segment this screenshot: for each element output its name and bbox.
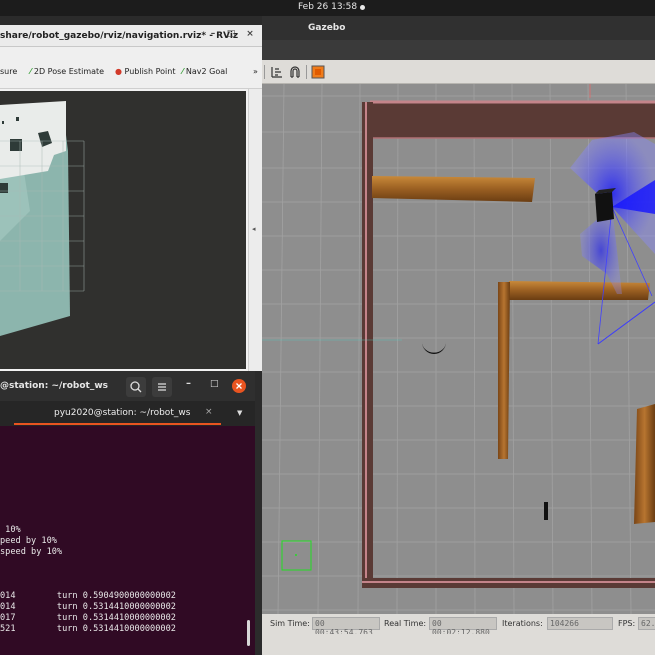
rviz-map-render bbox=[0, 91, 246, 369]
search-icon[interactable] bbox=[126, 377, 146, 397]
toolbar-separator bbox=[306, 65, 309, 79]
minimize-icon[interactable]: – bbox=[186, 378, 191, 389]
active-tab-indicator bbox=[14, 423, 221, 425]
iterations-label: Iterations: bbox=[502, 619, 543, 628]
overflow-chevron-icon[interactable]: » bbox=[253, 67, 258, 76]
measure-tool[interactable]: sure bbox=[0, 67, 17, 76]
rviz-map-canvas[interactable] bbox=[0, 91, 246, 369]
real-time-label: Real Time: bbox=[384, 619, 427, 628]
gazebo-menu-bar bbox=[262, 40, 655, 60]
terminal-line: 017 turn 0.5314410000000002 bbox=[0, 613, 176, 623]
terminal-tab-bar: pyu2020@station: ~/robot_ws × ▼ bbox=[0, 401, 255, 426]
fps-value: 62.4 bbox=[638, 617, 655, 630]
tab-dropdown-icon[interactable]: ▼ bbox=[237, 409, 242, 417]
gazebo-toolbar bbox=[262, 60, 655, 84]
real-time-value: 00 00:02:12.880 bbox=[429, 617, 497, 637]
rviz-side-panel-toggle[interactable]: ◂ bbox=[248, 89, 262, 371]
iterations-value: 104266 bbox=[547, 617, 613, 630]
terminal-line: peed by 10% bbox=[0, 536, 57, 546]
gazebo-status-bar: Sim Time: 00 00:43:54.763 Real Time: 00 … bbox=[262, 614, 655, 637]
terminal-window-title: @station: ~/robot_ws bbox=[0, 381, 108, 391]
tab-close-icon[interactable]: × bbox=[205, 407, 213, 417]
pose-arrow-icon: ⁄ bbox=[30, 67, 32, 76]
terminal-line: 521 turn 0.5314410000000002 bbox=[0, 624, 176, 634]
snap-magnet-icon[interactable] bbox=[288, 65, 302, 79]
terminal-scrollbar[interactable] bbox=[247, 620, 250, 646]
goal-arrow-icon: ⁄ bbox=[182, 67, 184, 76]
notification-dot-icon bbox=[360, 5, 365, 10]
clock[interactable]: Feb 26 13:58 bbox=[298, 2, 357, 12]
terminal-line: 014 turn 0.5314410000000002 bbox=[0, 602, 176, 612]
system-top-bar: Feb 26 13:58 bbox=[0, 0, 655, 16]
terminal-title-bar[interactable]: @station: ~/robot_ws – □ bbox=[0, 371, 255, 401]
align-icon[interactable] bbox=[270, 65, 284, 79]
desktop: Feb 26 13:58 Gazebo Sim Time: 00 00:43:5… bbox=[0, 0, 655, 655]
hamburger-menu-icon[interactable] bbox=[152, 377, 172, 397]
sim-time-value: 00 00:43:54.763 bbox=[312, 617, 380, 637]
rviz-toolbar: sure ⁄ 2D Pose Estimate ● Publish Point … bbox=[0, 47, 262, 89]
terminal-line: 10% bbox=[0, 525, 21, 535]
nav2-goal-tool[interactable]: ⁄ Nav2 Goal bbox=[182, 67, 227, 76]
publish-point-tool[interactable]: ● Publish Point bbox=[115, 67, 175, 76]
toolbar-separator bbox=[264, 65, 267, 79]
collapse-arrow-icon[interactable]: ◂ bbox=[252, 225, 256, 233]
close-icon[interactable]: × bbox=[243, 29, 257, 43]
terminal-line: 014 turn 0.5904900000000002 bbox=[0, 591, 176, 601]
rviz-3d-view[interactable] bbox=[0, 89, 248, 371]
screenshot-icon[interactable] bbox=[311, 65, 325, 79]
minimize-icon[interactable]: – bbox=[206, 29, 220, 43]
terminal-output[interactable]: 10% peed by 10% speed by 10% 014 turn 0.… bbox=[0, 426, 255, 655]
pose-estimate-tool[interactable]: ⁄ 2D Pose Estimate bbox=[30, 67, 104, 76]
tab-terminal[interactable]: pyu2020@station: ~/robot_ws bbox=[54, 408, 190, 418]
fps-label: FPS: bbox=[618, 619, 636, 628]
map-pin-icon: ● bbox=[115, 67, 122, 76]
gazebo-3d-scene[interactable] bbox=[262, 84, 655, 614]
small-obstacle bbox=[544, 502, 548, 520]
gazebo-world-render bbox=[262, 84, 655, 614]
gazebo-window-title: Gazebo bbox=[308, 23, 346, 33]
rviz-window-title: share/robot_gazebo/rviz/navigation.rviz*… bbox=[0, 31, 239, 41]
gazebo-bottom-panel bbox=[262, 634, 655, 655]
gazebo-title-bar[interactable]: Gazebo bbox=[262, 16, 655, 40]
rviz-title-bar[interactable]: share/robot_gazebo/rviz/navigation.rviz*… bbox=[0, 25, 262, 47]
maximize-icon[interactable]: □ bbox=[224, 29, 238, 43]
sim-time-label: Sim Time: bbox=[270, 619, 310, 628]
terminal-line: speed by 10% bbox=[0, 547, 63, 557]
close-icon[interactable] bbox=[232, 379, 246, 393]
maximize-icon[interactable]: □ bbox=[210, 379, 219, 389]
